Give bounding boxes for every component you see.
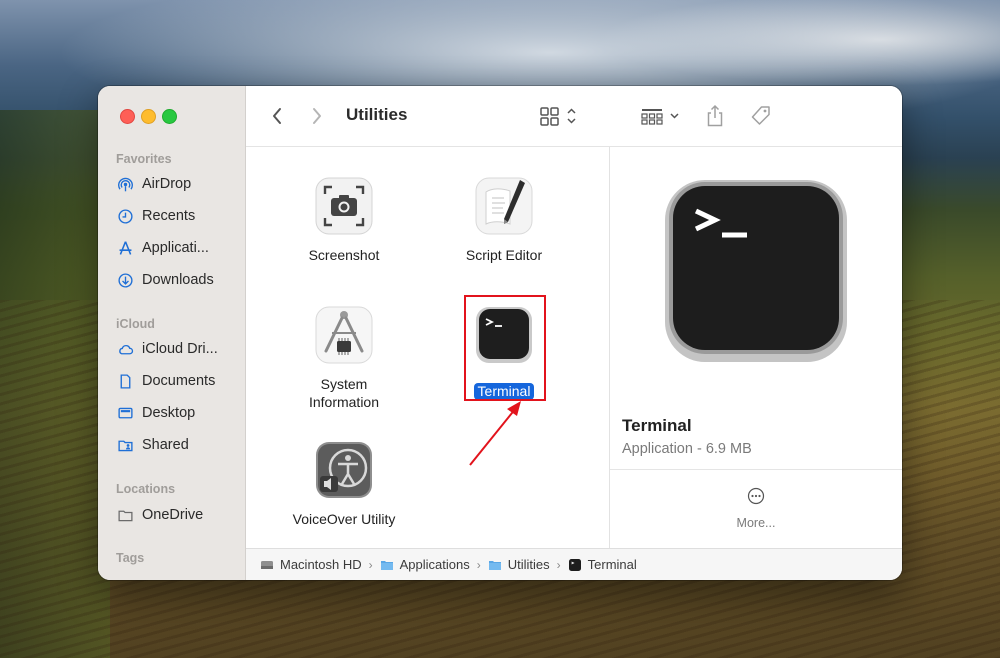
sidebar-item-label: OneDrive [142,507,204,523]
tags-button[interactable] [748,104,774,128]
sidebar-item-label: Downloads [142,272,214,288]
sidebar-item-label: iCloud Dri... [142,341,218,357]
voiceover-utility-app-icon [312,438,376,502]
sidebar-item-documents[interactable]: Documents [116,369,241,393]
group-by-button[interactable] [640,104,684,128]
minimize-window-button[interactable] [141,109,156,124]
applications-icon [116,239,134,257]
preview-name: Terminal [622,416,692,435]
system-information-app-icon [312,303,376,367]
sidebar-section-tags: Tags [116,551,145,565]
chevron-right-icon: › [368,557,373,572]
terminal-preview-icon [663,178,849,364]
folder-icon [380,560,393,570]
file-item-screenshot[interactable]: Screenshot [279,174,409,264]
chevron-left-icon [273,108,281,124]
toolbar: Utilities [246,86,902,147]
sidebar-item-label: Desktop [142,405,196,421]
folder-icon [488,560,501,570]
script-editor-app-icon [472,174,536,238]
path-crumb-macintosh-hd[interactable]: Macintosh HD [260,557,362,572]
group-grid-icon [641,109,679,125]
chevron-right-icon: › [476,557,481,572]
zoom-window-button[interactable] [162,109,177,124]
sidebar-item-desktop[interactable]: Desktop [116,401,241,425]
sidebar-item-icloud-drive[interactable]: iCloud Dri... [116,337,241,361]
finder-window: Favorites AirDrop Recents Applicati... D… [98,86,902,580]
file-label: Screenshot [308,247,380,263]
document-icon [116,372,134,390]
terminal-icon [568,558,581,571]
file-label: VoiceOver Utility [292,511,396,527]
sidebar-item-applications[interactable]: Applicati... [116,236,241,260]
forward-button[interactable] [308,104,326,128]
file-item-system-information[interactable]: System Information [279,303,409,411]
preview-pane: Terminal Application - 6.9 MB More... [610,147,902,548]
tag-icon [751,106,770,125]
sidebar-item-label: Documents [142,373,216,389]
screenshot-app-icon [312,174,376,238]
sidebar-section-locations: Locations [116,482,176,496]
sidebar-section-icloud: iCloud [116,317,155,331]
hard-drive-icon [261,560,273,569]
share-button[interactable] [704,104,726,128]
sidebar-item-label: Shared [142,437,189,453]
folder-icon [116,506,134,524]
clock-icon [116,207,134,225]
preview-separator [610,469,902,470]
path-crumb-applications[interactable]: Applications [380,557,470,572]
more-button[interactable]: More... [610,516,902,530]
icon-grid-icon [540,107,576,126]
sidebar-item-label: Applicati... [142,240,209,256]
sidebar-section-favorites: Favorites [116,152,172,166]
sidebar-item-recents[interactable]: Recents [116,204,241,228]
sidebar: Favorites AirDrop Recents Applicati... D… [98,86,246,580]
sidebar-item-label: AirDrop [142,176,192,192]
sidebar-item-label: Recents [142,208,196,224]
chevron-right-icon [313,108,321,124]
sidebar-item-airdrop[interactable]: AirDrop [116,172,241,196]
shared-folder-icon [116,436,134,454]
chevron-right-icon: › [556,557,561,572]
window-title: Utilities [346,105,408,124]
file-browser: Screenshot Script Editor System Informat… [246,147,609,548]
sidebar-item-downloads[interactable]: Downloads [116,268,241,292]
close-window-button[interactable] [120,109,135,124]
file-item-voiceover-utility[interactable]: VoiceOver Utility [279,438,409,528]
sidebar-item-shared[interactable]: Shared [116,433,241,457]
sidebar-item-onedrive[interactable]: OneDrive [116,503,241,527]
more-icon[interactable] [747,487,765,505]
download-icon [116,271,134,289]
highlight-annotation-box [464,295,546,401]
file-item-script-editor[interactable]: Script Editor [439,174,569,264]
airdrop-icon [116,175,134,193]
desktop-icon [116,404,134,422]
path-crumb-utilities[interactable]: Utilities [488,557,550,572]
share-icon [707,104,723,127]
cloud-icon [116,340,134,358]
path-crumb-terminal[interactable]: Terminal [568,557,637,572]
file-label: System Information [308,376,380,410]
preview-kind-size: Application - 6.9 MB [622,441,752,457]
file-label: Script Editor [465,247,543,263]
back-button[interactable] [268,104,286,128]
path-bar: Macintosh HD › Applications › Utilities … [246,548,902,580]
view-mode-button[interactable] [539,104,581,128]
